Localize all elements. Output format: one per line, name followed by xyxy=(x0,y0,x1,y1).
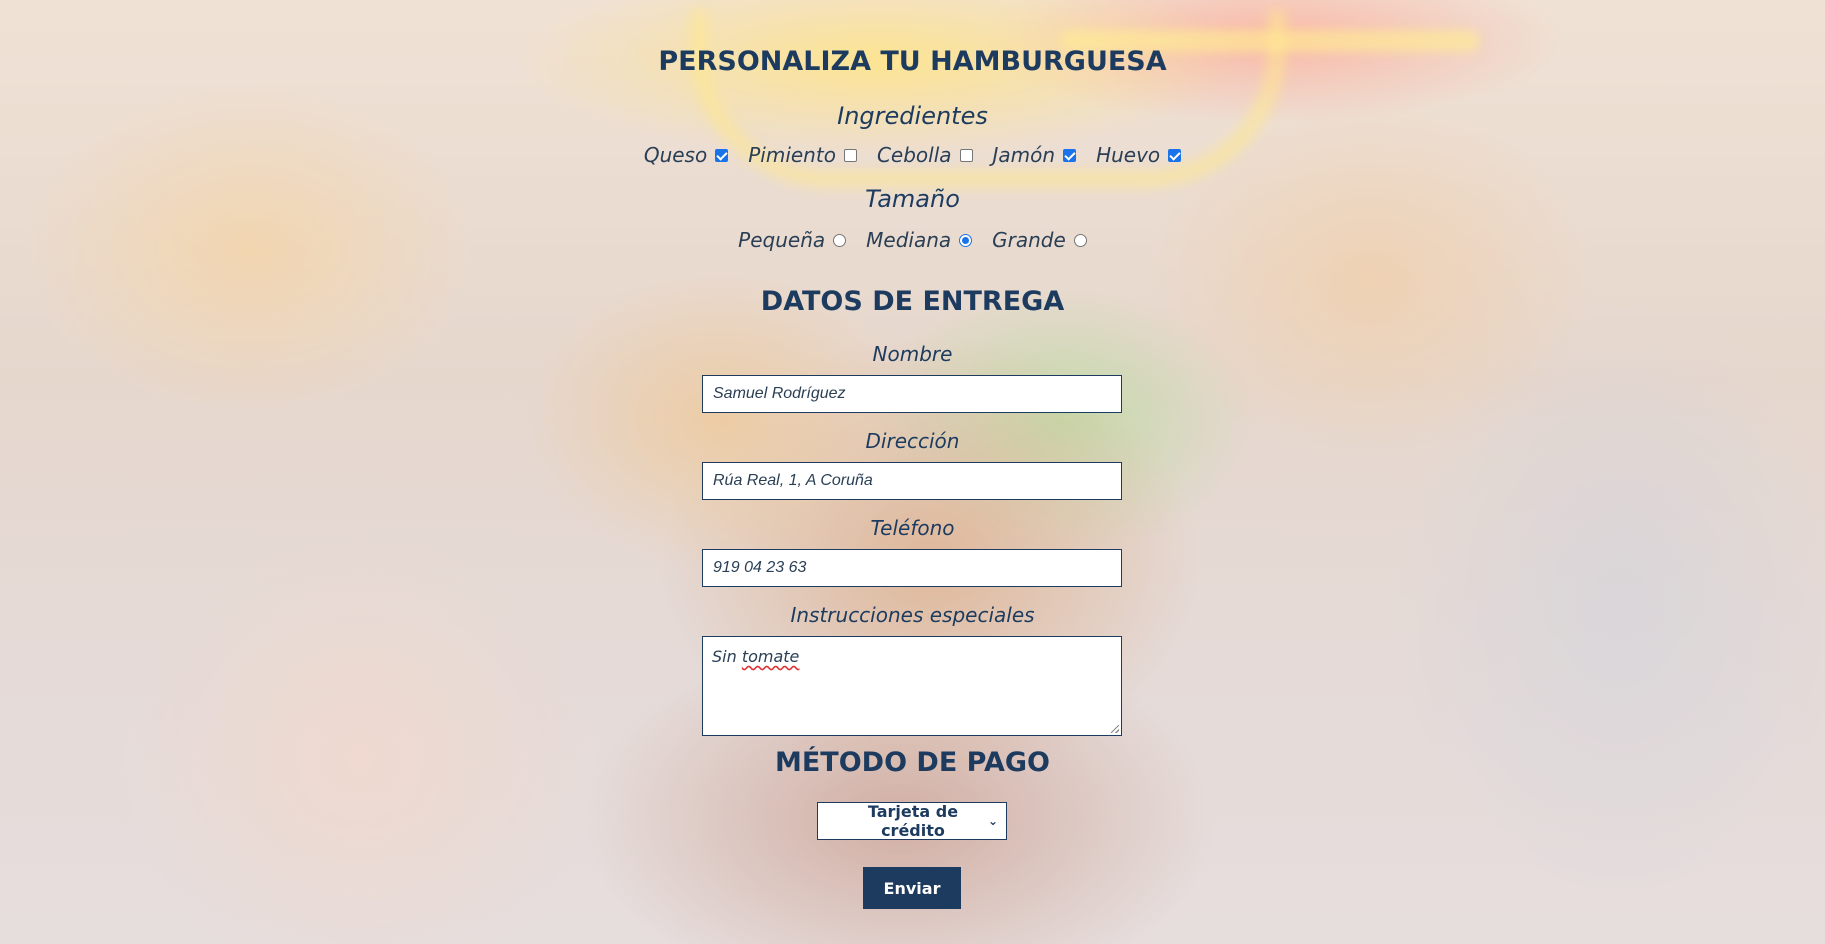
chevron-down-icon: ⌄ xyxy=(987,814,998,828)
checkbox-queso[interactable] xyxy=(715,148,729,162)
size-pequena[interactable]: Pequeña xyxy=(738,228,847,252)
radio-grande[interactable] xyxy=(1073,233,1087,247)
instructions-text: Sin xyxy=(712,647,742,666)
instructions-textarea[interactable]: Sin tomate xyxy=(702,636,1122,736)
name-label: Nombre xyxy=(872,342,953,366)
misspelled-word: tomate xyxy=(741,647,800,666)
ingredient-huevo[interactable]: Huevo xyxy=(1096,143,1182,167)
size-label: Grande xyxy=(992,228,1066,252)
ingredient-label: Cebolla xyxy=(876,143,952,167)
size-mediana[interactable]: Mediana xyxy=(866,228,973,252)
address-field[interactable]: Rúa Real, 1, A Coruña xyxy=(702,462,1122,500)
ingredient-queso[interactable]: Queso xyxy=(643,143,729,167)
size-row: Pequeña Mediana Grande xyxy=(0,228,1825,252)
size-grande[interactable]: Grande xyxy=(992,228,1087,252)
instructions-label: Instrucciones especiales xyxy=(790,603,1035,627)
checkbox-pimiento[interactable] xyxy=(843,148,857,162)
name-field[interactable]: Samuel Rodríguez xyxy=(702,375,1122,413)
ingredients-row: Queso Pimiento Cebolla Jamón Huevo xyxy=(0,143,1825,167)
phone-label: Teléfono xyxy=(870,516,955,540)
ingredient-label: Queso xyxy=(643,143,708,167)
checkbox-huevo[interactable] xyxy=(1168,148,1182,162)
address-label: Dirección xyxy=(865,429,960,453)
size-label: Pequeña xyxy=(738,228,826,252)
ingredient-label: Pimiento xyxy=(748,143,836,167)
size-heading: Tamaño xyxy=(865,185,960,213)
resize-handle[interactable] xyxy=(1111,725,1119,733)
phone-field[interactable]: 919 04 23 63 xyxy=(702,549,1122,587)
ingredient-jamon[interactable]: Jamón xyxy=(993,143,1077,167)
radio-mediana[interactable] xyxy=(959,233,973,247)
order-form: PERSONALIZA TU HAMBURGUESA Ingredientes … xyxy=(0,0,1825,944)
payment-title: MÉTODO DE PAGO xyxy=(774,747,1051,778)
ingredients-heading: Ingredientes xyxy=(837,102,988,130)
size-label: Mediana xyxy=(866,228,952,252)
submit-button[interactable]: Enviar xyxy=(863,867,961,909)
delivery-title: DATOS DE ENTREGA xyxy=(760,286,1065,317)
ingredient-pimiento[interactable]: Pimiento xyxy=(748,143,857,167)
ingredient-label: Jamón xyxy=(992,143,1056,167)
checkbox-cebolla[interactable] xyxy=(959,148,973,162)
ingredient-cebolla[interactable]: Cebolla xyxy=(877,143,973,167)
ingredient-label: Huevo xyxy=(1096,143,1161,167)
payment-method-select[interactable]: Tarjeta de crédito ⌄ xyxy=(817,802,1007,840)
payment-method-value: Tarjeta de crédito xyxy=(867,802,959,840)
checkbox-jamon[interactable] xyxy=(1063,148,1077,162)
customize-title: PERSONALIZA TU HAMBURGUESA xyxy=(658,46,1167,77)
radio-pequena[interactable] xyxy=(833,233,847,247)
